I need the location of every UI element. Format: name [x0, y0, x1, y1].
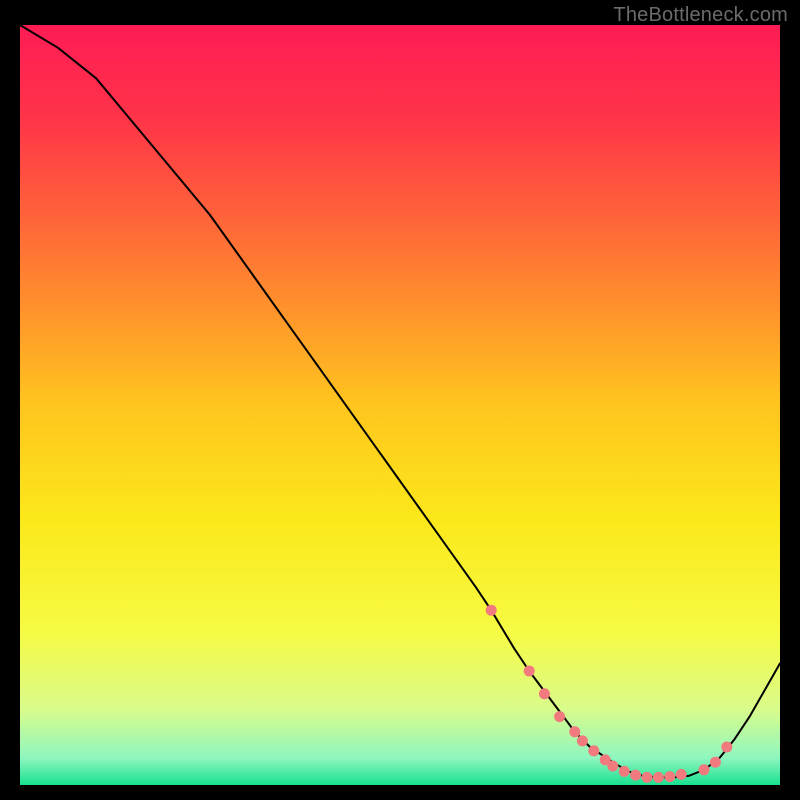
data-point [676, 769, 687, 780]
data-point [486, 605, 497, 616]
data-point [721, 742, 732, 753]
data-point [524, 666, 535, 677]
data-point [577, 735, 588, 746]
watermark-text: TheBottleneck.com [613, 4, 788, 27]
chart-container: TheBottleneck.com [0, 0, 800, 800]
bottleneck-curve-chart [0, 0, 800, 800]
plot-background [20, 25, 780, 785]
data-point [642, 772, 653, 783]
data-point [653, 772, 664, 783]
data-point [710, 757, 721, 768]
data-point [588, 745, 599, 756]
data-point [630, 770, 641, 781]
data-point [699, 764, 710, 775]
data-point [554, 711, 565, 722]
data-point [539, 688, 550, 699]
data-point [569, 726, 580, 737]
data-point [664, 771, 675, 782]
data-point [619, 766, 630, 777]
data-point [607, 761, 618, 772]
